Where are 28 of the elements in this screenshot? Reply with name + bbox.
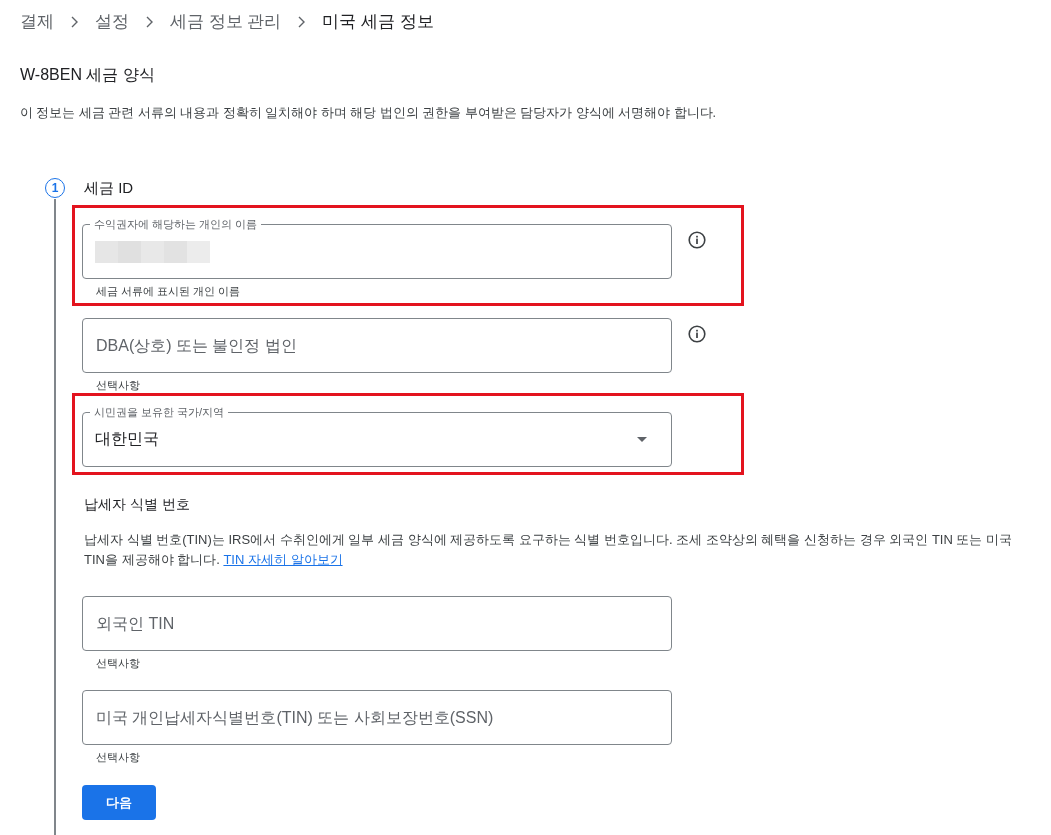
step-title: 세금 ID: [83, 178, 134, 198]
text-field[interactable]: 미국 개인납세자식별번호(TIN) 또는 사회보장번호(SSN): [82, 690, 672, 745]
info-icon[interactable]: [688, 231, 706, 249]
text-field[interactable]: 수익권자에 해당하는 개인의 이름: [82, 217, 672, 279]
breadcrumb-link[interactable]: 세금 정보 관리: [170, 10, 282, 34]
country-select[interactable]: 시민권을 보유한 국가/지역 대한민국: [82, 405, 672, 467]
chevron-right-icon: [71, 16, 78, 28]
next-button[interactable]: 다음: [82, 785, 156, 820]
text-field[interactable]: 외국인 TIN: [82, 596, 672, 651]
field-label: 수익권자에 해당하는 개인의 이름: [90, 217, 262, 231]
form-description: 이 정보는 세금 관련 서류의 내용과 정확히 일치해야 하며 해당 법인의 권한을 부여받은 담당자가 양식에 서명해야 합니다.: [20, 105, 718, 122]
helper-text: 세금 서류에 표시된 개인 이름: [95, 284, 242, 298]
helper-text: 선택사항: [95, 378, 141, 392]
field-label: 시민권을 보유한 국가/지역: [90, 405, 229, 419]
learn-more-link[interactable]: TIN 자세히 알아보기: [223, 552, 343, 567]
dropdown-caret-icon: [637, 437, 647, 442]
breadcrumb-link[interactable]: 결제: [20, 10, 54, 34]
helper-text: 선택사항: [95, 656, 141, 670]
form-title: W-8BEN 세금 양식: [20, 65, 156, 85]
chevron-right-icon: [298, 16, 306, 28]
helper-text: 선택사항: [95, 750, 141, 764]
breadcrumb-current: 미국 세금 정보: [322, 11, 434, 33]
chevron-right-icon: [146, 16, 153, 28]
text-field[interactable]: DBA(상호) 또는 불인정 법인: [82, 318, 672, 373]
section-title: 납세자 식별 번호: [83, 495, 190, 513]
info-icon[interactable]: [688, 325, 706, 343]
tin-description: 납세자 식별 번호(TIN)는 IRS에서 수취인에게 일부 세금 양식에 제공하도록 요구하는 식별 번호입니다. 조세 조약상의 혜택을 신청하는 경우 외국인 TIN 또는 미국 TIN을 제공해야 합니다. TIN 자세히 알아보기: [83, 531, 1014, 569]
breadcrumb-link[interactable]: 설정: [95, 10, 129, 34]
